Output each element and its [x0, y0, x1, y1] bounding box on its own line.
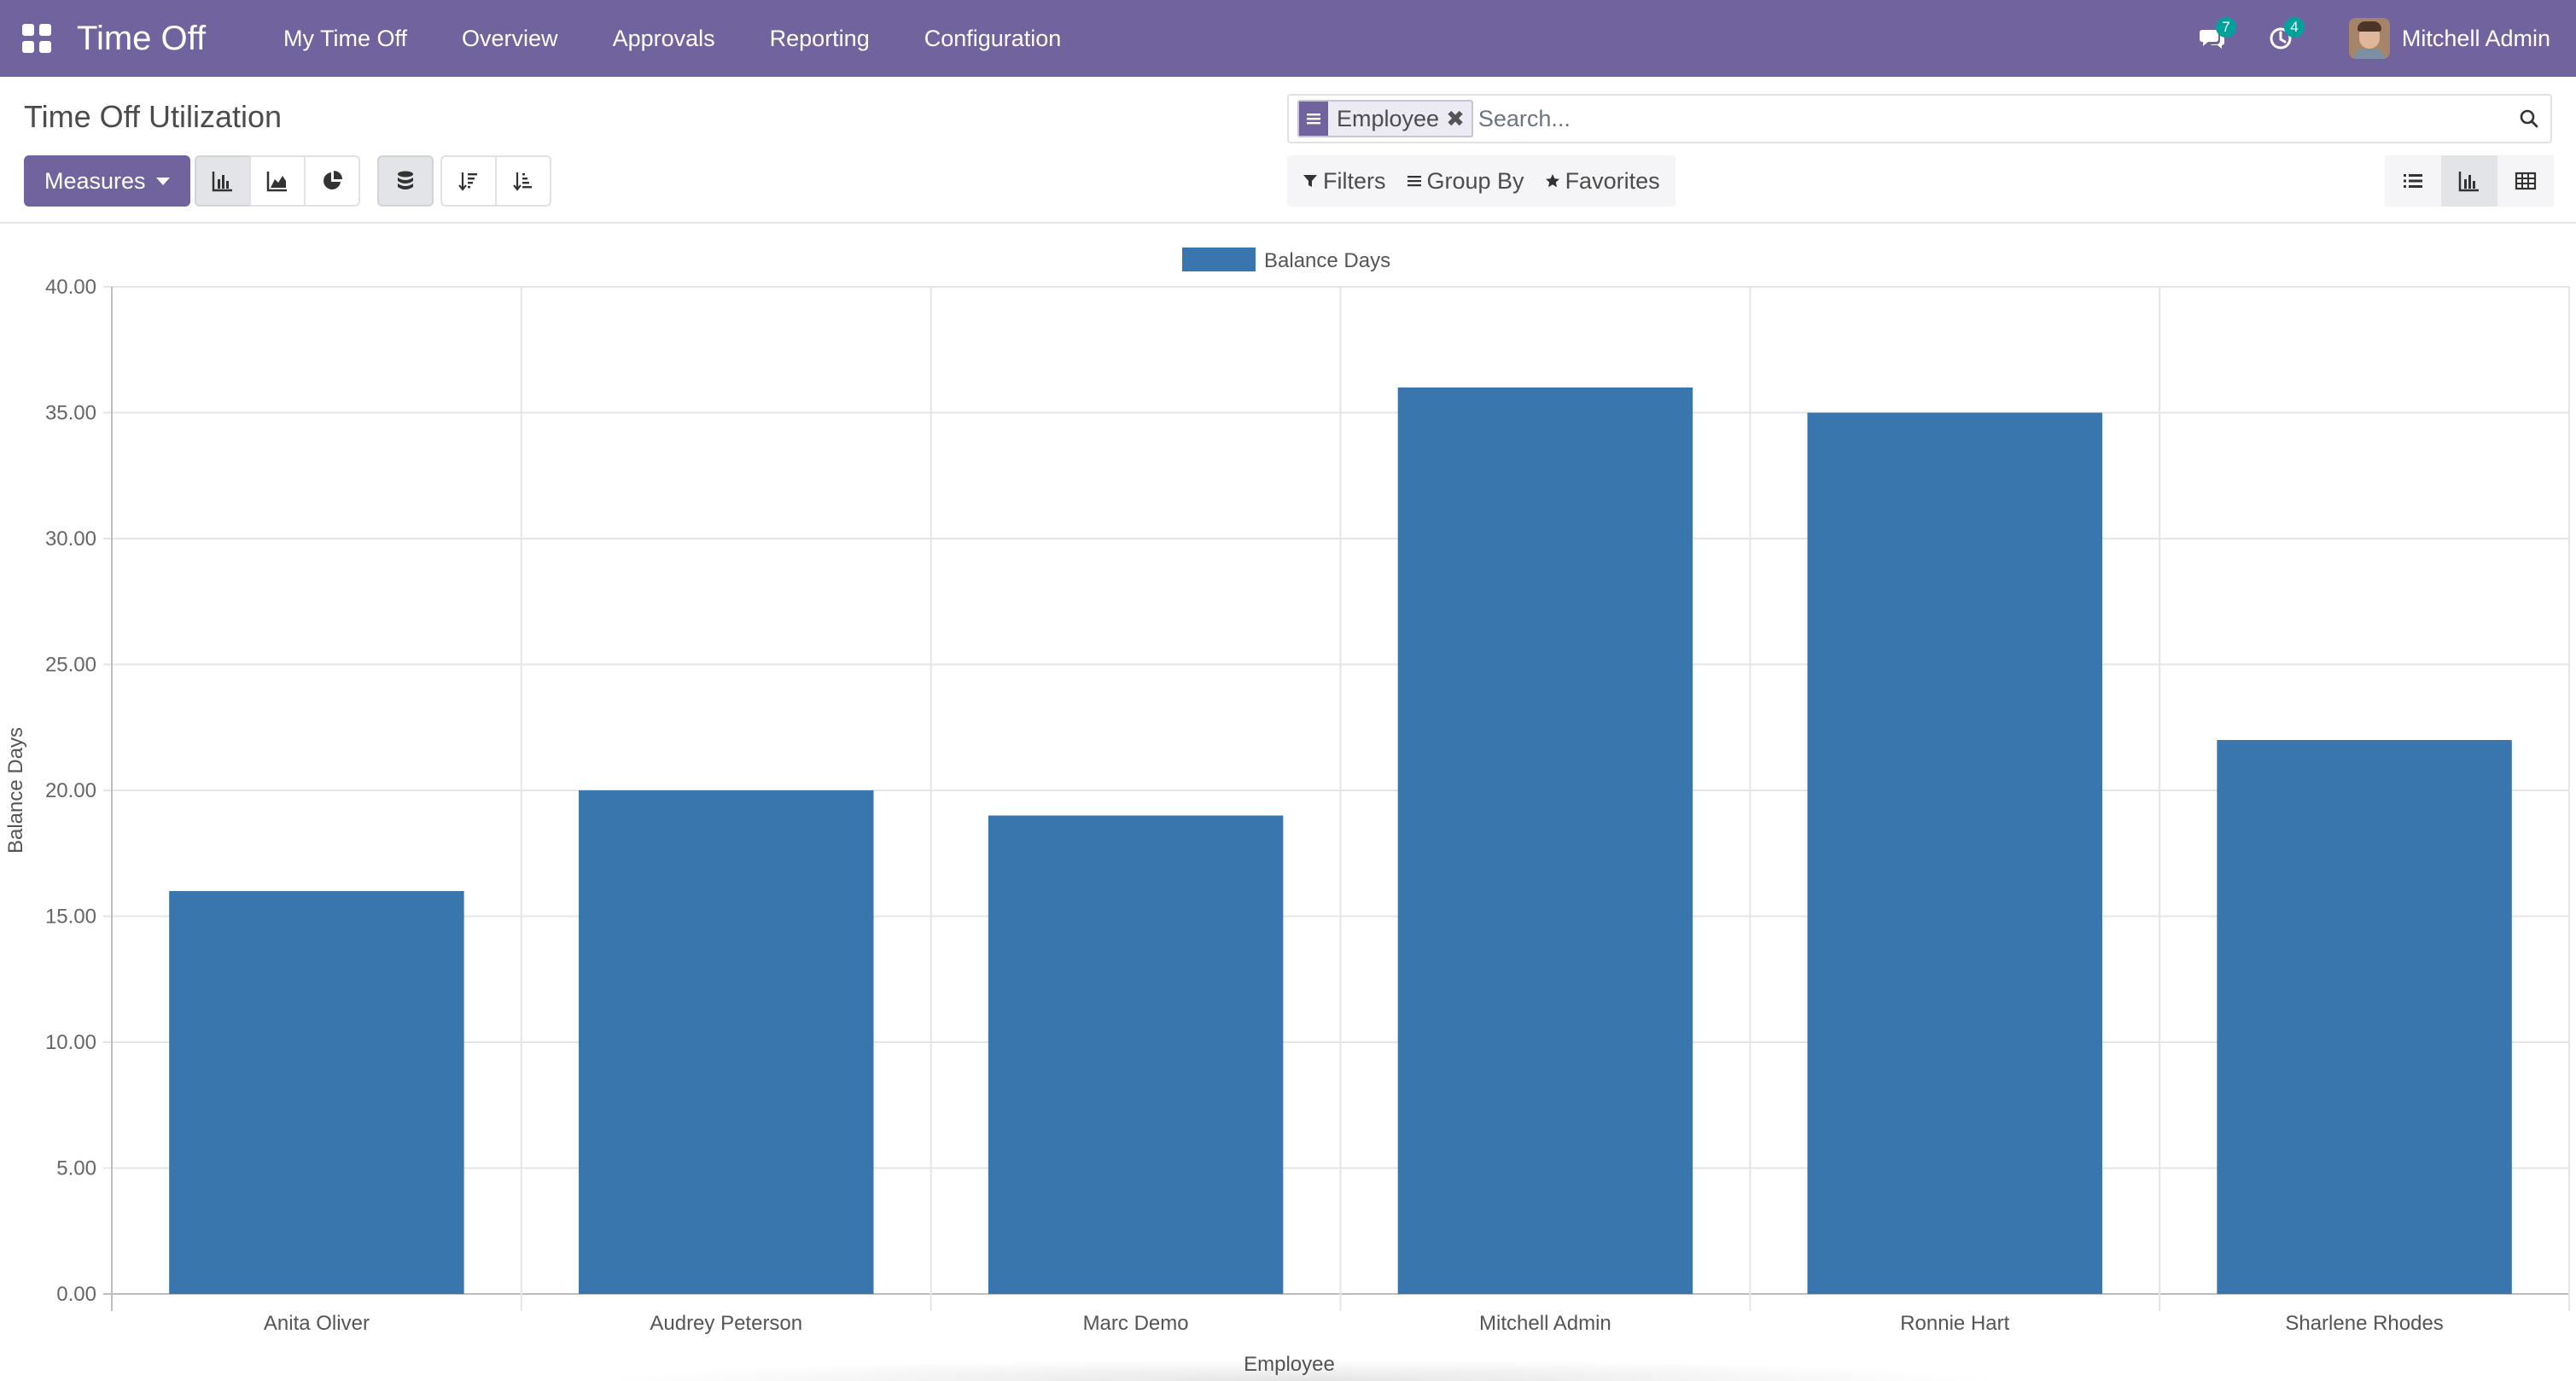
stacked-button[interactable] — [377, 155, 434, 207]
systray: 7 4 Mitchell Admin — [2178, 0, 2576, 77]
area-chart-icon — [266, 172, 287, 192]
legend-swatch — [1182, 248, 1256, 271]
activities-count-badge: 4 — [2283, 17, 2305, 38]
search-panel-toggles: Filters Group By Favorites — [1287, 155, 1676, 207]
user-name: Mitchell Admin — [2401, 25, 2550, 51]
bar — [579, 790, 874, 1294]
menu-overview[interactable]: Overview — [434, 0, 586, 77]
sort-ascending-button[interactable] — [495, 155, 551, 207]
x-tick-label: Anita Oliver — [264, 1312, 370, 1335]
bars-icon — [1407, 176, 1421, 187]
x-tick-label: Marc Demo — [1083, 1312, 1189, 1335]
graph-view: 0.00 5.00 10.00 15.00 20.00 25.00 30.00 35.00 40… — [0, 225, 2576, 1381]
bar-chart-button[interactable] — [195, 155, 251, 207]
user-menu[interactable]: Mitchell Admin — [2315, 0, 2576, 77]
x-tick-label: Ronnie Hart — [1900, 1312, 2009, 1335]
messages-count-badge: 7 — [2215, 17, 2236, 38]
bar — [2217, 740, 2512, 1294]
avatar — [2348, 18, 2390, 59]
y-tick-label: 0.00 — [56, 1283, 96, 1306]
search-bar: Employee ✖ — [1287, 94, 2552, 143]
activity-menu[interactable]: 4 — [2247, 0, 2315, 77]
group-by-toggle[interactable]: Group By — [1396, 168, 1535, 195]
search-input[interactable] — [1477, 97, 2508, 140]
apps-menu-icon[interactable] — [22, 24, 51, 53]
group-by-facet-icon — [1299, 102, 1328, 136]
filters-label: Filters — [1323, 167, 1386, 194]
menu-my-time-off[interactable]: My Time Off — [256, 0, 434, 77]
x-tick-label: Sharlene Rhodes — [2285, 1312, 2443, 1335]
sort-descending-button[interactable] — [440, 155, 497, 207]
pie-chart-icon — [323, 171, 342, 189]
pivot-view-button[interactable] — [2497, 155, 2554, 207]
control-panel: Time Off Utilization Measures Employee ✖… — [0, 77, 2576, 224]
view-switcher — [2385, 155, 2554, 207]
main-menu: My Time Off Overview Approvals Reporting… — [256, 0, 1088, 77]
menu-reporting[interactable]: Reporting — [743, 0, 897, 77]
menu-configuration[interactable]: Configuration — [897, 0, 1089, 77]
search-facet: Employee ✖ — [1297, 100, 1473, 137]
bar — [1397, 387, 1693, 1294]
messaging-menu[interactable]: 7 — [2178, 0, 2247, 77]
bar-chart-icon — [212, 172, 232, 192]
y-axis-title: Balance Days — [4, 727, 27, 854]
y-tick-label: 35.00 — [45, 402, 96, 425]
caret-down-icon — [155, 177, 170, 185]
stacked-toggle-group — [377, 155, 434, 207]
group-by-label: Group By — [1426, 167, 1524, 194]
filters-toggle[interactable]: Filters — [1292, 168, 1396, 195]
favorites-label: Favorites — [1565, 167, 1660, 194]
bottom-shadow — [597, 1359, 2006, 1381]
x-tick-label: Audrey Peterson — [650, 1312, 802, 1335]
app-title[interactable]: Time Off — [77, 15, 206, 61]
y-tick-label: 40.00 — [45, 276, 96, 299]
list-view-button[interactable] — [2385, 155, 2441, 207]
search-icon[interactable] — [2508, 97, 2550, 140]
bar — [169, 891, 464, 1294]
bar — [988, 815, 1284, 1294]
y-tick-label: 30.00 — [45, 527, 96, 551]
bar — [1807, 412, 2102, 1294]
bar-chart: 0.00 5.00 10.00 15.00 20.00 25.00 30.00 35.00 40… — [4, 248, 2570, 1376]
filter-icon — [1303, 175, 1317, 187]
chart-type-switcher — [195, 155, 360, 207]
measures-label: Measures — [44, 168, 146, 194]
favorites-toggle[interactable]: Favorites — [1535, 168, 1670, 195]
y-tick-label: 20.00 — [45, 779, 96, 802]
sort-amount-up-icon — [513, 172, 532, 191]
bar-chart-icon — [2458, 172, 2479, 192]
y-tick-label: 5.00 — [56, 1157, 96, 1180]
top-navbar: Time Off My Time Off Overview Approvals … — [0, 0, 2576, 77]
menu-approvals[interactable]: Approvals — [586, 0, 743, 77]
y-tick-label: 15.00 — [45, 906, 96, 929]
star-icon — [1545, 174, 1559, 188]
y-tick-label: 25.00 — [45, 654, 96, 677]
x-tick-label: Mitchell Admin — [1479, 1312, 1611, 1335]
graph-view-button[interactable] — [2441, 155, 2497, 207]
pie-chart-button[interactable] — [304, 155, 360, 207]
sort-amount-down-icon — [458, 172, 477, 191]
measures-button[interactable]: Measures — [24, 155, 190, 207]
sort-buttons — [440, 155, 551, 207]
facet-remove-icon[interactable]: ✖ — [1446, 106, 1472, 132]
facet-label: Employee — [1337, 105, 1440, 131]
list-icon — [2404, 174, 2422, 188]
legend-label: Balance Days — [1264, 249, 1390, 272]
database-stack-icon — [398, 171, 413, 189]
page-title: Time Off Utilization — [24, 99, 283, 134]
y-tick-label: 10.00 — [45, 1031, 96, 1054]
table-icon — [2515, 172, 2537, 190]
line-chart-button[interactable] — [249, 155, 306, 207]
